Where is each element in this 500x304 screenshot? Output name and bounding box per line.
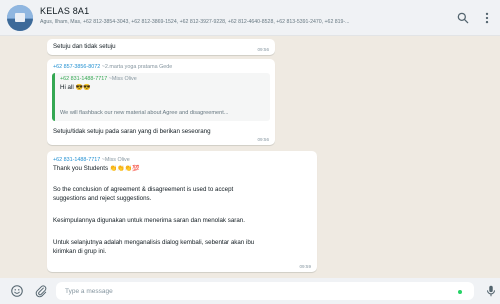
search-icon[interactable] [456,11,470,25]
message-sender[interactable]: +62 831-1488-7717 ~Miss Olive [53,157,130,163]
message-line: Kesimpulannya digunakan untuk menerima s… [53,217,245,224]
status-dot [458,290,462,294]
avatar-building [15,13,25,22]
group-members: Agus, Ilham, Mas, +62 812-3854-3043, +62… [40,19,350,25]
quoted-greeting: Hi all 😎😎 [60,84,90,91]
attach-icon[interactable] [34,284,48,298]
message-text: Setuju/tidak setuju pada saran yang di b… [53,128,211,135]
group-title[interactable]: KELAS 8A1 [40,6,89,16]
quoted-sender-number: +62 831-1488-7717 [60,76,108,82]
sunglasses-emoji-icon: 😎😎 [75,85,91,91]
emoji-icon[interactable] [10,284,24,298]
message-time: 09:56 [257,47,270,52]
message-line: suggestions and reject suggestions. [53,195,152,202]
sender-number[interactable]: +62 857-3856-8072 [53,64,100,70]
message-sender[interactable]: +62 857-3856-8072 ~2.marta yoga pratama … [53,64,172,70]
group-avatar[interactable] [7,5,33,31]
message-time: 09:56 [257,137,270,142]
message-line: kirimkan di grup ini. [53,248,107,255]
message-line: So the conclusion of agreement & disagre… [53,186,234,193]
quoted-message[interactable]: +62 831-1488-7717 ~Miss Olive Hi all 😎😎 … [52,73,270,121]
message-text: Setuju dan tidak setuju [53,43,116,50]
sender-number[interactable]: +62 831-1488-7717 [53,157,100,163]
message-input[interactable] [56,282,474,300]
message-list[interactable]: Setuju dan tidak setuju 09:56 +62 857-38… [0,36,500,278]
mic-icon[interactable] [484,284,498,298]
message-bubble[interactable]: +62 857-3856-8072 ~2.marta yoga pratama … [47,59,275,145]
message-line: Untuk selanjutnya adalah menganalisis di… [53,239,255,246]
quoted-sender: +62 831-1488-7717 ~Miss Olive [60,76,137,82]
message-line: Thank you Students 👏👏👏💯 [53,165,140,172]
message-line-text: Thank you Students [53,165,109,172]
composer-bar [0,278,500,304]
clapping-emoji-icon: 👏👏👏💯 [109,166,140,172]
sender-alias: ~Miss Olive [101,157,130,163]
sender-alias: ~2.marta yoga pratama Gede [101,64,173,70]
message-bubble[interactable]: Setuju dan tidak setuju 09:56 [47,39,275,55]
quoted-greeting-text: Hi all [60,84,74,91]
menu-icon[interactable] [480,11,494,25]
quoted-sender-alias: ~Miss Olive [108,76,137,82]
message-time: 09:59 [299,264,312,269]
message-bubble[interactable]: +62 831-1488-7717 ~Miss Olive Thank you … [47,151,317,272]
chat-header[interactable]: KELAS 8A1 Agus, Ilham, Mas, +62 812-3854… [0,0,500,36]
quoted-body: We will flashback our new material about… [60,110,229,116]
